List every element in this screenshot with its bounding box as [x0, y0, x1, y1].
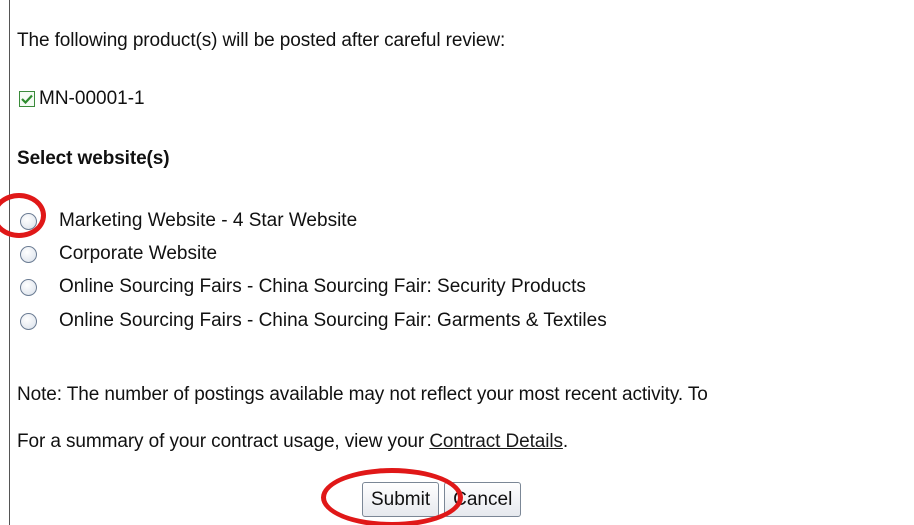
- panel-border: [9, 0, 10, 525]
- checkmark-icon: [21, 94, 33, 104]
- contract-summary: For a summary of your contract usage, vi…: [17, 431, 568, 453]
- website-option-marketing[interactable]: Marketing Website - 4 Star Website: [20, 204, 607, 238]
- summary-suffix: .: [562, 431, 569, 452]
- radio-unselected-icon[interactable]: [20, 312, 37, 330]
- form-actions: Submit Cancel: [362, 482, 522, 517]
- website-options: Marketing Website - 4 Star Website Corpo…: [20, 204, 607, 338]
- summary-prefix: For a summary of your contract usage, vi…: [17, 431, 430, 452]
- submit-button[interactable]: Submit: [362, 482, 440, 517]
- website-option-security-products[interactable]: Online Sourcing Fairs - China Sourcing F…: [20, 270, 607, 304]
- website-option-label: Corporate Website: [59, 243, 218, 264]
- radio-unselected-icon[interactable]: [20, 278, 37, 296]
- website-option-label: Marketing Website - 4 Star Website: [59, 210, 358, 231]
- checkbox-checked-icon[interactable]: [19, 91, 35, 107]
- post-products-panel: The following product(s) will be posted …: [0, 0, 914, 525]
- cancel-button[interactable]: Cancel: [444, 482, 522, 517]
- product-row[interactable]: MN-00001-1: [19, 88, 145, 110]
- website-option-corporate[interactable]: Corporate Website: [20, 238, 607, 270]
- product-label: MN-00001-1: [39, 88, 145, 109]
- website-option-garments-textiles[interactable]: Online Sourcing Fairs - China Sourcing F…: [20, 304, 607, 338]
- website-option-label: Online Sourcing Fairs - China Sourcing F…: [59, 310, 607, 331]
- radio-unselected-icon[interactable]: [20, 212, 37, 230]
- postings-note: Note: The number of postings available m…: [17, 384, 708, 405]
- website-option-label: Online Sourcing Fairs - China Sourcing F…: [59, 276, 586, 297]
- intro-text: The following product(s) will be posted …: [17, 30, 506, 51]
- contract-details-link[interactable]: Contract Details: [429, 431, 563, 452]
- radio-unselected-icon[interactable]: [20, 245, 37, 263]
- select-websites-heading: Select website(s): [17, 148, 170, 169]
